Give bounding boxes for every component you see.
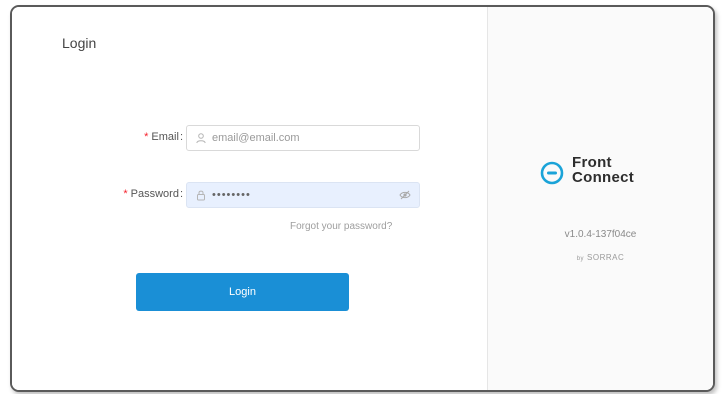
brand-name-line2: Connect	[572, 169, 635, 186]
email-label-text: Email	[151, 131, 179, 143]
eye-icon[interactable]	[399, 190, 411, 200]
version-label: v1.0.4-137f04ce	[564, 229, 637, 240]
login-form-panel: Login *Email: *Password:	[12, 7, 488, 390]
company-byline: by SORRAC	[488, 253, 713, 262]
brand-panel: Front Connect v1.0.4-137f04ce by SORRAC	[488, 7, 713, 390]
password-row: * Password:	[12, 182, 487, 210]
brand-logo: Front Connect	[540, 155, 680, 195]
password-field[interactable]	[186, 182, 420, 208]
password-label: * Password:	[123, 188, 183, 200]
front-connect-logo-icon	[540, 161, 564, 185]
password-label-text: Password	[130, 188, 179, 200]
user-icon	[196, 133, 206, 144]
brand-name-line1: Front	[572, 154, 612, 171]
email-field[interactable]	[186, 125, 420, 151]
login-window: Login *Email: *Password:	[10, 5, 715, 392]
email-row: * Email:	[12, 125, 487, 153]
email-label: * Email:	[144, 131, 183, 143]
forgot-password-link[interactable]: Forgot your password?	[290, 221, 392, 232]
brand-name: Front Connect	[572, 155, 634, 185]
lock-icon	[197, 190, 205, 201]
page-title: Login	[62, 35, 97, 51]
required-marker: *	[144, 131, 149, 143]
company-name: SORRAC	[587, 253, 625, 262]
login-button[interactable]: Login	[136, 273, 349, 311]
byline-prefix: by	[576, 256, 585, 262]
password-input[interactable]	[212, 189, 392, 201]
required-marker: *	[123, 188, 128, 200]
email-input[interactable]	[212, 132, 392, 144]
